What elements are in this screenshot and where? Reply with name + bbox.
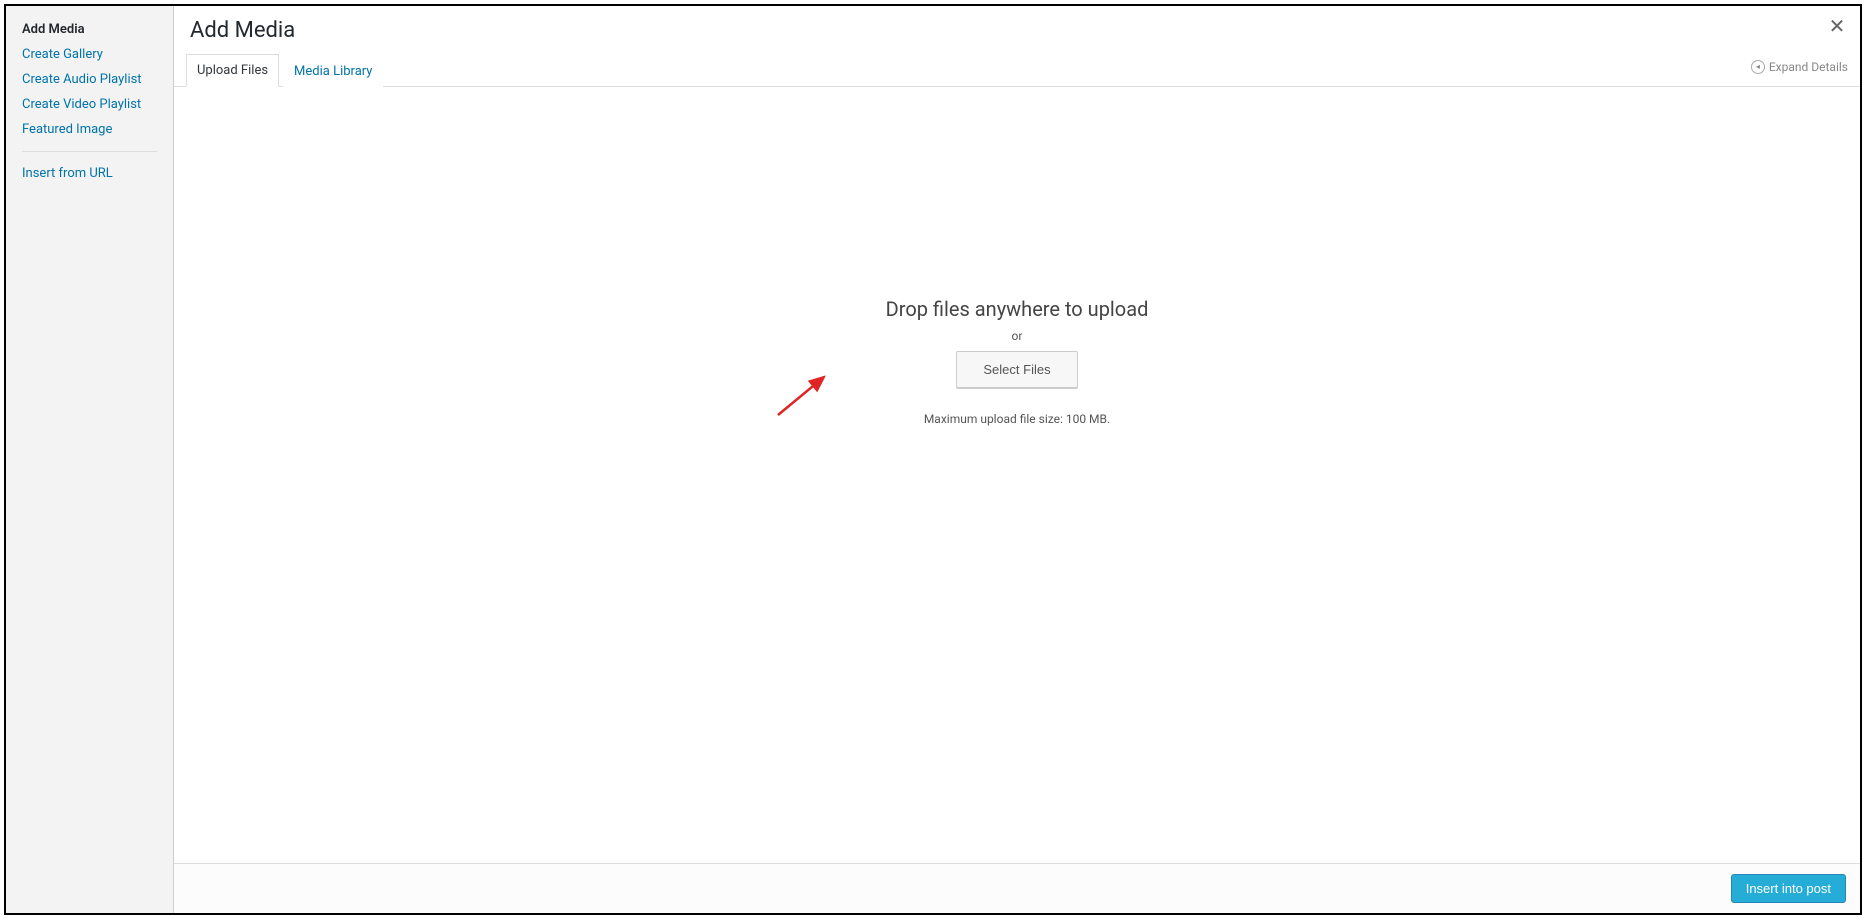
tab-upload-files[interactable]: Upload Files <box>186 54 279 87</box>
max-upload-size: Maximum upload file size: 100 MB. <box>924 412 1110 426</box>
insert-into-post-button[interactable]: Insert into post <box>1731 874 1846 903</box>
sidebar-list: Create Gallery Create Audio Playlist Cre… <box>22 47 157 137</box>
media-sidebar: Add Media Create Gallery Create Audio Pl… <box>6 6 174 913</box>
sidebar-item-featured-image[interactable]: Featured Image <box>22 122 112 137</box>
select-files-button[interactable]: Select Files <box>956 351 1077 388</box>
sidebar-separator <box>22 151 157 152</box>
sidebar-item-create-video-playlist[interactable]: Create Video Playlist <box>22 97 141 112</box>
close-button[interactable]: ✕ <box>1822 12 1852 42</box>
page-title: Add Media <box>190 18 295 43</box>
annotation-arrow-icon <box>774 369 834 419</box>
expand-details-toggle[interactable]: ◂ Expand Details <box>1751 60 1848 80</box>
drop-instruction: Drop files anywhere to upload <box>886 297 1149 321</box>
expand-details-label: Expand Details <box>1769 60 1848 74</box>
tab-row: Upload Files Media Library ◂ Expand Deta… <box>174 53 1860 87</box>
add-media-modal: Add Media Create Gallery Create Audio Pl… <box>4 4 1862 915</box>
expand-arrow-icon: ◂ <box>1751 60 1765 74</box>
sidebar-list-below: Insert from URL <box>22 166 157 181</box>
modal-footer: Insert into post <box>174 863 1860 913</box>
drop-or-label: or <box>1012 329 1023 343</box>
main-header: Add Media ✕ <box>174 6 1860 53</box>
close-icon: ✕ <box>1829 16 1846 38</box>
sidebar-item-create-audio-playlist[interactable]: Create Audio Playlist <box>22 72 142 87</box>
sidebar-item-insert-from-url[interactable]: Insert from URL <box>22 166 113 181</box>
sidebar-heading: Add Media <box>22 22 157 37</box>
upload-area[interactable]: Drop files anywhere to upload or Select … <box>174 87 1860 863</box>
tab-media-library[interactable]: Media Library <box>283 55 383 87</box>
sidebar-item-create-gallery[interactable]: Create Gallery <box>22 47 103 62</box>
main-panel: Add Media ✕ Upload Files Media Library ◂… <box>174 6 1860 913</box>
